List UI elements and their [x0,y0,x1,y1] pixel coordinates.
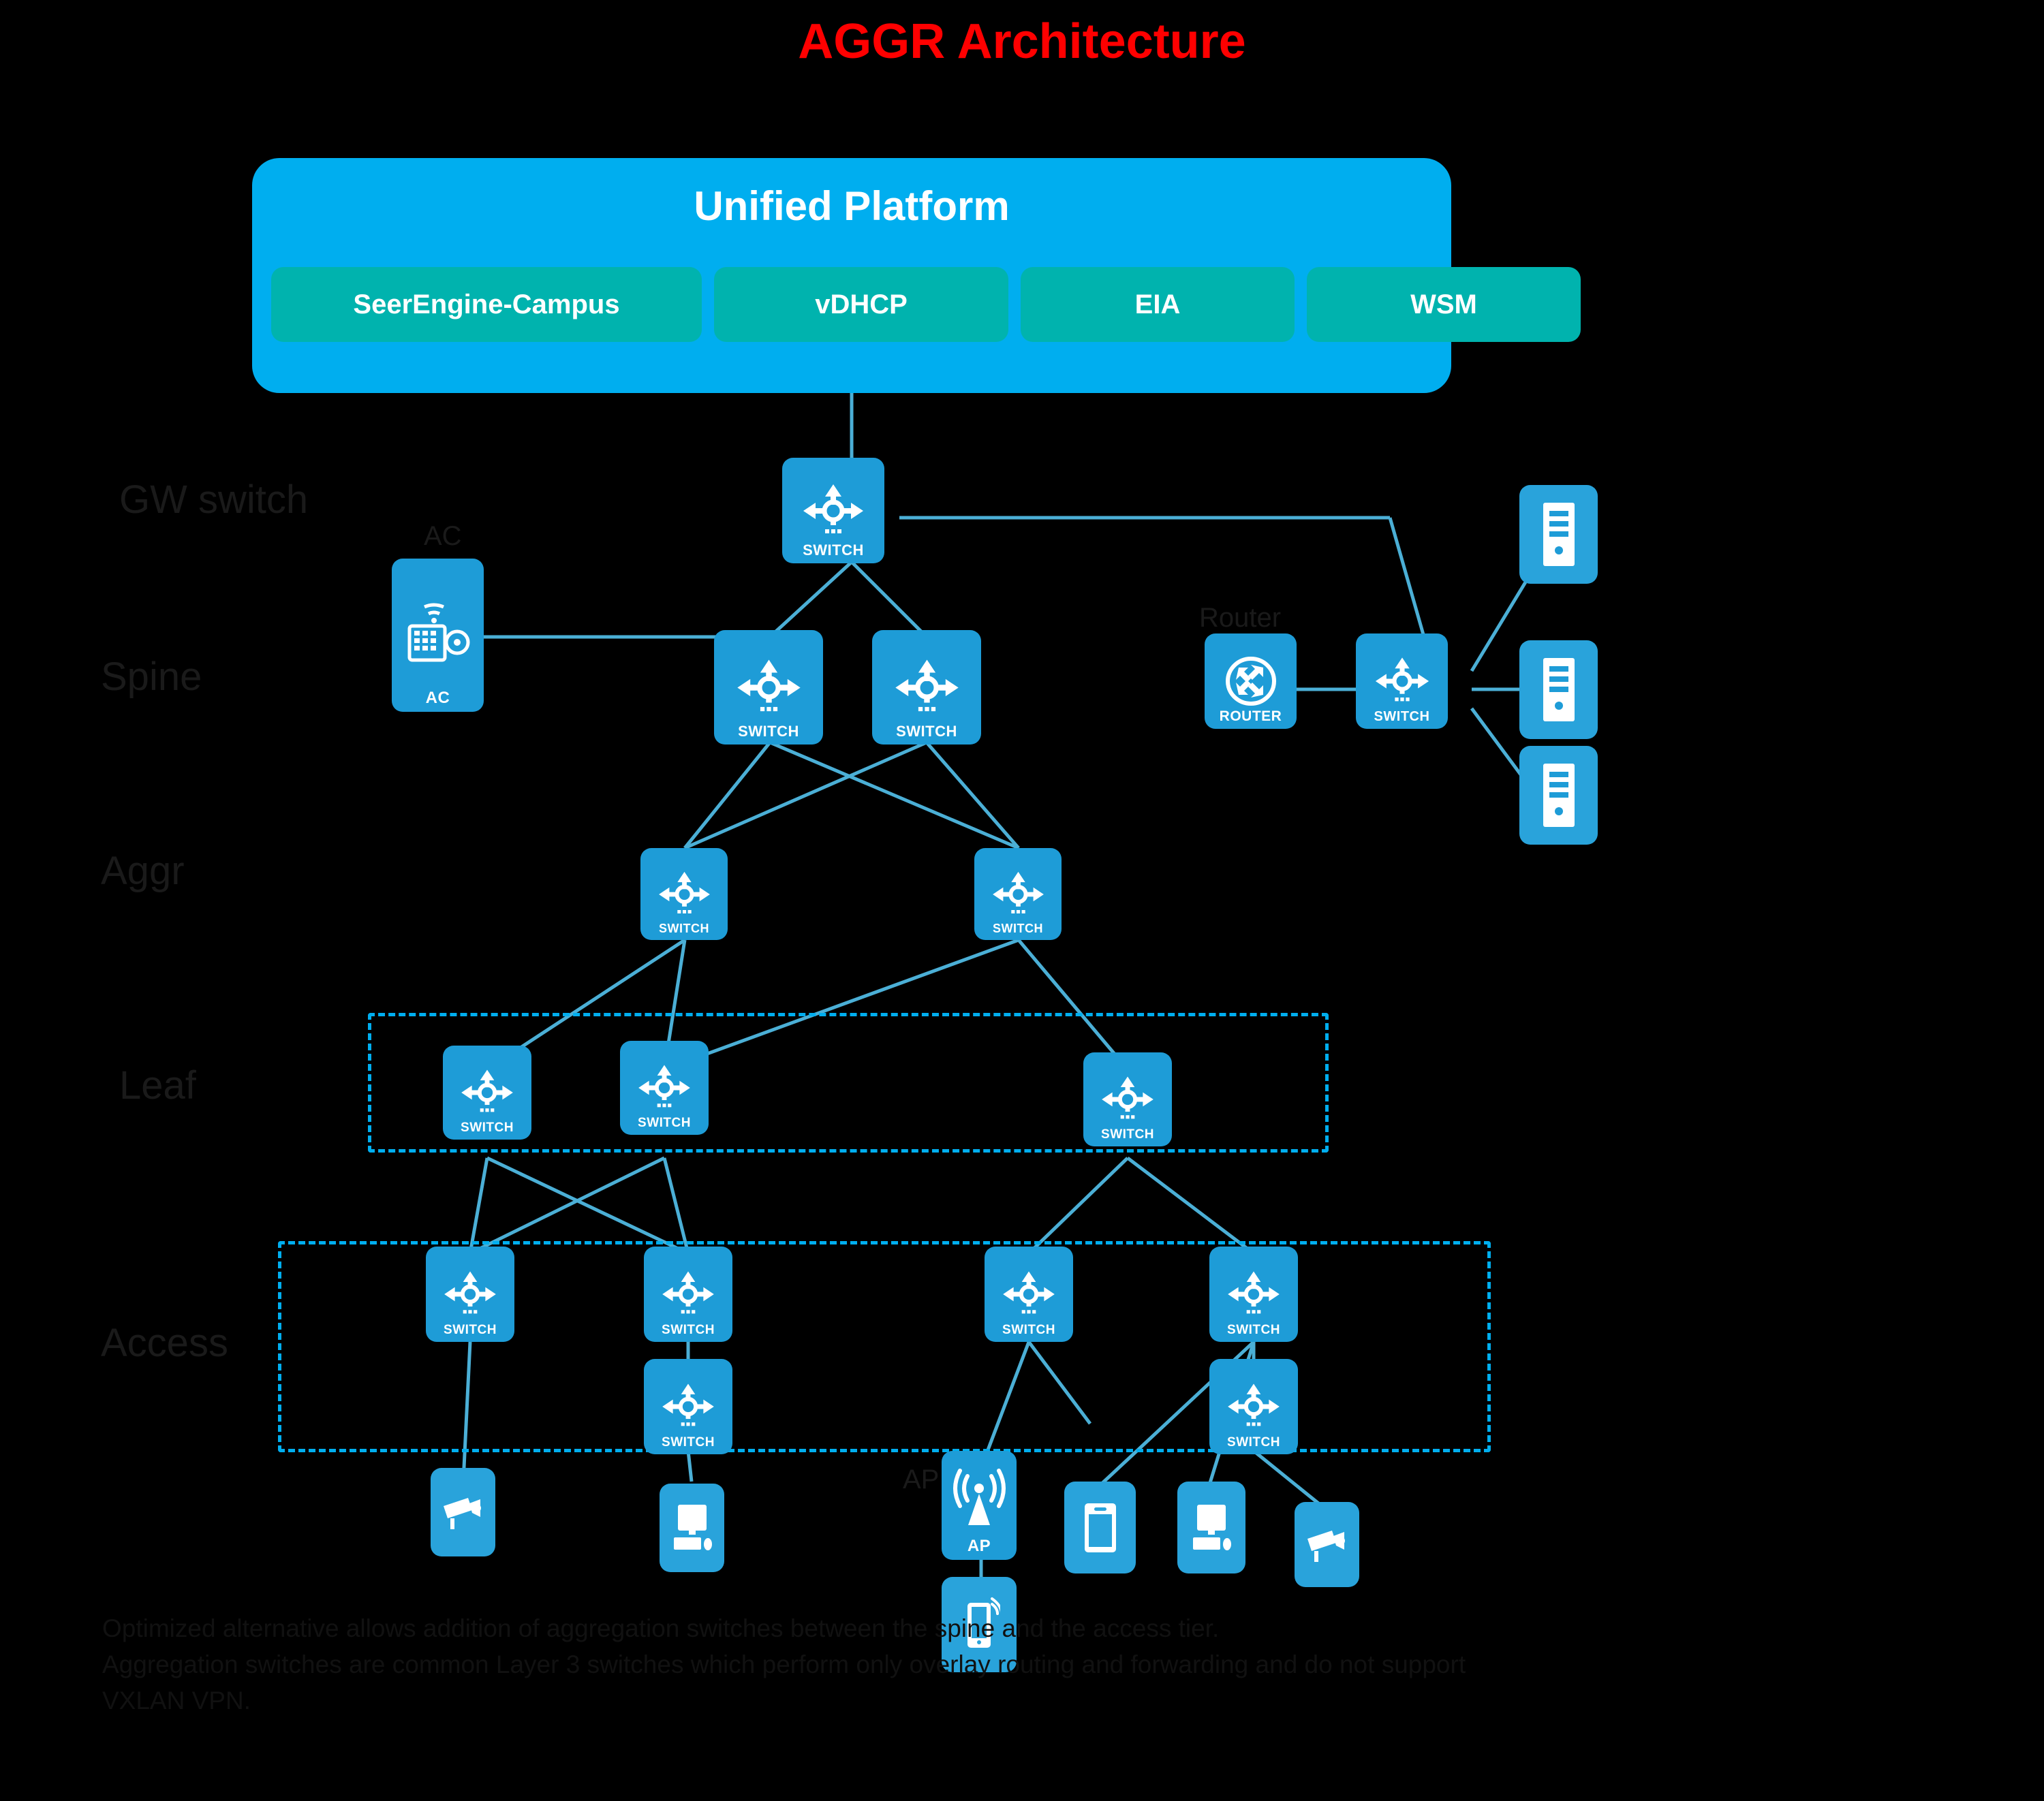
node-caption: AP [967,1537,991,1555]
node-caption: SWITCH [1002,1323,1055,1337]
node-ac-controller[interactable]: AC [392,559,484,712]
layer-label-aggr: Aggr [101,849,185,893]
node-caption: SWITCH [444,1323,497,1337]
node-caption: SWITCH [659,922,709,935]
node-caption: SWITCH [662,1323,715,1337]
footnote-line-1: Optimized alternative allows addition of… [102,1614,1220,1642]
page-title: AGGR Architecture [798,14,1246,69]
layer-label-spine: Spine [101,655,202,699]
diagram-canvas: AGGR Architecture Unified Platform SeerE… [0,0,2044,1801]
platform-module-seerengine-campus[interactable]: SeerEngine-Campus [271,267,702,342]
node-caption: SWITCH [638,1116,691,1130]
ap-text-label: AP [903,1465,940,1494]
node-leaf-2[interactable]: SWITCH [974,848,1062,940]
switch-icon [895,659,959,711]
layer-label-access: Access [101,1321,228,1365]
node-server-3[interactable] [1519,746,1598,845]
node-caption: SWITCH [1374,709,1430,724]
node-access-3[interactable]: SWITCH [985,1247,1073,1342]
node-aggr-2[interactable]: SWITCH [620,1041,709,1135]
unified-platform-panel: Unified Platform SeerEngine-Campus vDHCP… [252,158,1581,393]
node-server-1[interactable] [1519,485,1598,584]
node-access-1[interactable]: SWITCH [426,1247,514,1342]
platform-module-vdhcp[interactable]: vDHCP [714,267,1008,342]
node-border-router[interactable]: ROUTER [1205,633,1297,729]
camera-icon [1307,1530,1345,1562]
node-access-2[interactable]: SWITCH [644,1247,732,1342]
node-spine-2[interactable]: SWITCH [872,630,981,745]
node-spine-1[interactable]: SWITCH [714,630,823,745]
node-access-4[interactable]: SWITCH [1209,1247,1298,1342]
node-access-5[interactable]: SWITCH [644,1359,732,1454]
node-caption: SWITCH [993,922,1043,935]
router-text-label: Router [1199,603,1282,633]
pc-icon [1193,1504,1231,1550]
switch-icon [1003,1271,1055,1314]
node-aggr-3[interactable]: SWITCH [1083,1052,1172,1146]
node-tablet[interactable] [1064,1482,1136,1573]
footnote-line-3: VXLAN VPN. [102,1687,251,1715]
ap-icon [953,1469,1006,1525]
platform-module-eia[interactable]: EIA [1021,267,1295,342]
server-icon [1543,658,1575,721]
node-caption: AC [425,689,450,707]
router-icon [1225,657,1276,706]
node-aggr-1[interactable]: SWITCH [443,1046,531,1140]
footnote-line-2: Aggregation switches are common Layer 3 … [102,1650,1466,1679]
node-ap[interactable]: AP [942,1451,1017,1560]
node-caption: SWITCH [803,542,864,559]
layer-label-gw-switch: GW switch [119,477,309,522]
switch-icon [638,1065,690,1108]
camera-icon [443,1498,481,1529]
platform-module-wsm[interactable]: WSM [1307,267,1581,342]
switch-icon [662,1271,714,1314]
platform-title: Unified Platform [694,183,1010,229]
switch-icon [461,1069,513,1112]
switch-icon [1102,1076,1153,1119]
node-caption: ROUTER [1219,708,1282,724]
footnotes: Optimized alternative allows addition of… [102,1611,1983,1719]
node-server-2[interactable] [1519,640,1598,739]
ac-icon [407,603,469,662]
switch-icon [662,1383,714,1426]
switch-icon [1228,1271,1280,1314]
server-icon [1543,764,1575,827]
node-pc-left[interactable] [660,1484,724,1572]
layer-label-leaf: Leaf [119,1063,196,1108]
server-icon [1543,503,1575,566]
switch-icon [737,659,801,711]
platform-module-row: SeerEngine-Campus vDHCP EIA WSM [271,267,1581,342]
switch-icon [444,1271,496,1314]
switch-icon [992,871,1044,913]
node-pc-right[interactable] [1177,1482,1245,1573]
tablet-icon [1084,1503,1116,1552]
node-camera-left[interactable] [431,1468,495,1556]
node-caption: SWITCH [662,1435,715,1450]
node-camera-right[interactable] [1295,1502,1359,1587]
node-border-switch[interactable]: SWITCH [1356,633,1448,729]
switch-icon [803,484,863,533]
node-caption: SWITCH [738,723,799,740]
switch-icon [1375,657,1429,702]
switch-icon [1228,1383,1280,1426]
node-caption: SWITCH [1227,1323,1280,1337]
node-caption: SWITCH [461,1121,514,1135]
node-gw-switch[interactable]: SWITCH [782,458,884,563]
node-caption: SWITCH [1101,1127,1154,1142]
node-caption: SWITCH [1227,1435,1280,1450]
node-leaf-1[interactable]: SWITCH [640,848,728,940]
ac-text-label: AC [424,521,462,551]
node-caption: SWITCH [896,723,957,740]
pc-icon [673,1505,712,1550]
switch-icon [658,871,710,913]
node-access-6[interactable]: SWITCH [1209,1359,1298,1454]
